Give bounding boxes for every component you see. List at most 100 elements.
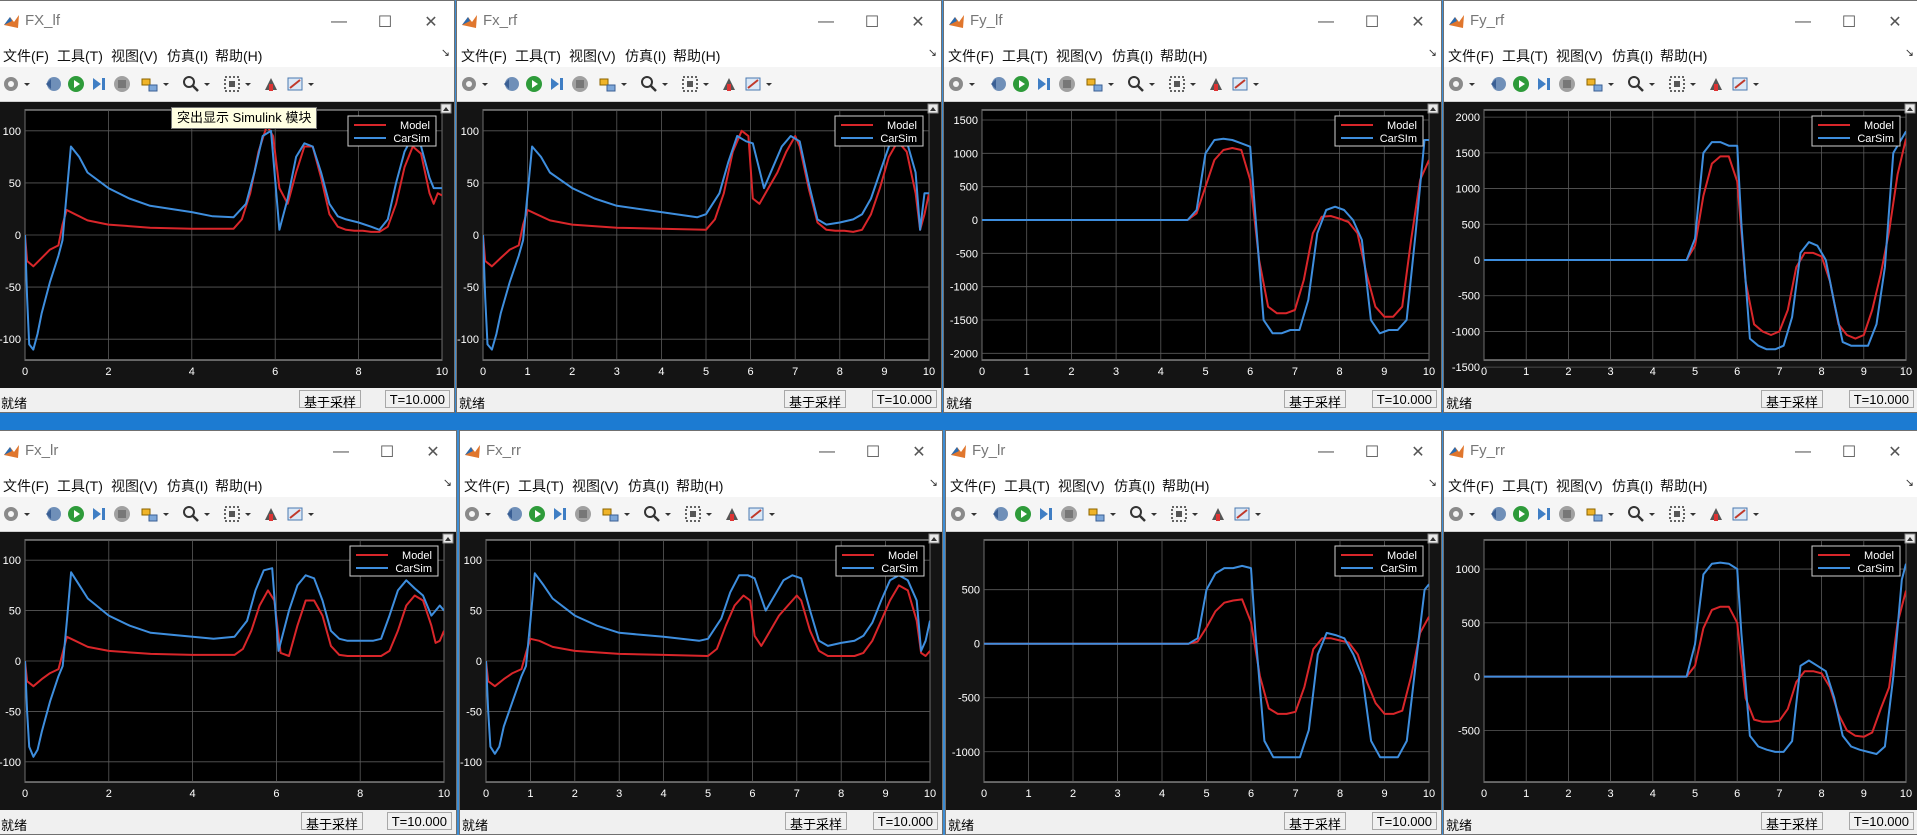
menu-item-view[interactable]: 视图(V) — [1058, 476, 1105, 496]
dropdown-arrow-icon[interactable] — [970, 504, 978, 524]
fit-to-view-icon[interactable] — [1667, 504, 1687, 524]
step-forward-icon[interactable] — [1034, 74, 1054, 94]
maximize-button[interactable]: ☐ — [1826, 1, 1872, 43]
zoom-icon[interactable] — [181, 74, 201, 94]
dropdown-arrow-icon[interactable] — [1607, 74, 1615, 94]
dropdown-arrow-icon[interactable] — [768, 504, 776, 524]
dropdown-arrow-icon[interactable] — [203, 74, 211, 94]
step-forward-icon[interactable] — [1534, 504, 1554, 524]
cursor-measurement-icon[interactable] — [261, 74, 281, 94]
stop-icon[interactable] — [1557, 74, 1577, 94]
dropdown-arrow-icon[interactable] — [1689, 74, 1697, 94]
menu-item-tools[interactable]: 工具(T) — [57, 476, 103, 496]
dropdown-arrow-icon[interactable] — [1752, 504, 1760, 524]
settings-icon[interactable] — [1446, 504, 1466, 524]
step-back-icon[interactable] — [504, 504, 524, 524]
menu-item-help[interactable]: 帮助(H) — [676, 476, 723, 496]
menu-item-tools[interactable]: 工具(T) — [1502, 46, 1548, 66]
menu-item-file[interactable]: 文件(F) — [948, 46, 994, 66]
menu-item-file[interactable]: 文件(F) — [950, 476, 996, 496]
cursor-measurement-icon[interactable] — [1206, 74, 1226, 94]
dropdown-arrow-icon[interactable] — [1189, 74, 1197, 94]
minimize-button[interactable]: — — [318, 431, 364, 473]
menu-item-simulation[interactable]: 仿真(I) — [167, 476, 208, 496]
highlight-block-icon[interactable] — [1585, 504, 1605, 524]
dropdown-arrow-icon[interactable] — [162, 504, 170, 524]
step-forward-icon[interactable] — [1534, 74, 1554, 94]
scope-chart[interactable]: 0 1 2 3 4 5 6 7 8 9 10 -500 0 500 1000 ModelCarSim — [1444, 532, 1917, 810]
zoom-icon[interactable] — [1626, 504, 1646, 524]
menu-item-tools[interactable]: 工具(T) — [57, 46, 103, 66]
step-back-icon[interactable] — [988, 74, 1008, 94]
dropdown-arrow-icon[interactable] — [1148, 74, 1156, 94]
highlight-block-icon[interactable] — [1087, 504, 1107, 524]
minimize-button[interactable]: — — [316, 1, 362, 43]
menu-item-simulation[interactable]: 仿真(I) — [167, 46, 208, 66]
close-button[interactable]: ✕ — [1872, 1, 1917, 43]
style-icon[interactable] — [1730, 504, 1750, 524]
highlight-block-icon[interactable] — [1085, 74, 1105, 94]
close-button[interactable]: ✕ — [408, 1, 454, 43]
menu-item-view[interactable]: 视图(V) — [1556, 476, 1603, 496]
menu-item-view[interactable]: 视图(V) — [111, 476, 158, 496]
fit-to-view-icon[interactable] — [222, 74, 242, 94]
menu-item-simulation[interactable]: 仿真(I) — [1612, 46, 1653, 66]
menu-item-tools[interactable]: 工具(T) — [1004, 476, 1050, 496]
menu-item-view[interactable]: 视图(V) — [1556, 46, 1603, 66]
run-icon[interactable] — [66, 74, 86, 94]
menu-item-file[interactable]: 文件(F) — [3, 476, 49, 496]
menu-item-view[interactable]: 视图(V) — [572, 476, 619, 496]
dropdown-arrow-icon[interactable] — [1254, 504, 1262, 524]
run-icon[interactable] — [1511, 74, 1531, 94]
step-forward-icon[interactable] — [89, 74, 109, 94]
dropdown-arrow-icon[interactable] — [307, 504, 315, 524]
stop-icon[interactable] — [112, 504, 132, 524]
cursor-measurement-icon[interactable] — [261, 504, 281, 524]
fit-to-view-icon[interactable] — [1667, 74, 1687, 94]
highlight-block-icon[interactable] — [140, 504, 160, 524]
minimize-button[interactable]: — — [1303, 1, 1349, 43]
close-button[interactable]: ✕ — [1395, 431, 1441, 473]
style-icon[interactable] — [285, 504, 305, 524]
dropdown-arrow-icon[interactable] — [1607, 504, 1615, 524]
maximize-button[interactable]: ☐ — [850, 431, 896, 473]
close-button[interactable]: ✕ — [895, 1, 941, 43]
dropdown-arrow-icon[interactable] — [620, 74, 628, 94]
run-icon[interactable] — [1511, 504, 1531, 524]
cursor-measurement-icon[interactable] — [719, 74, 739, 94]
dropdown-arrow-icon[interactable] — [1107, 74, 1115, 94]
settings-icon[interactable] — [1446, 74, 1466, 94]
dropdown-arrow-icon[interactable] — [484, 504, 492, 524]
scope-chart[interactable]: 0 1 2 3 4 5 6 7 8 9 10 -2000 -1500 -1000 -500 0 500 1000 1… — [944, 102, 1441, 388]
stop-icon[interactable] — [1557, 504, 1577, 524]
cursor-measurement-icon[interactable] — [1706, 74, 1726, 94]
step-forward-icon[interactable] — [547, 74, 567, 94]
stop-icon[interactable] — [570, 74, 590, 94]
dock-icon[interactable]: ↘ — [1905, 476, 1914, 489]
menu-item-tools[interactable]: 工具(T) — [518, 476, 564, 496]
settings-icon[interactable] — [1, 74, 21, 94]
settings-icon[interactable] — [1, 504, 21, 524]
fit-to-view-icon[interactable] — [1169, 504, 1189, 524]
menu-item-file[interactable]: 文件(F) — [464, 476, 510, 496]
scope-chart[interactable]: 0 1 2 3 4 5 6 7 8 9 10 -100 -50 0 50 100 ModelCarSim — [457, 102, 941, 388]
maximize-button[interactable]: ☐ — [364, 431, 410, 473]
menu-item-help[interactable]: 帮助(H) — [673, 46, 720, 66]
close-button[interactable]: ✕ — [896, 431, 942, 473]
dropdown-arrow-icon[interactable] — [203, 504, 211, 524]
menu-item-simulation[interactable]: 仿真(I) — [625, 46, 666, 66]
highlight-block-icon[interactable] — [140, 74, 160, 94]
maximize-button[interactable]: ☐ — [849, 1, 895, 43]
run-icon[interactable] — [1011, 74, 1031, 94]
menu-item-simulation[interactable]: 仿真(I) — [1612, 476, 1653, 496]
menu-item-simulation[interactable]: 仿真(I) — [628, 476, 669, 496]
scope-chart[interactable]: 0 1 2 3 4 5 6 7 8 9 10 -1000 -500 0 500 ModelCarSim — [946, 532, 1441, 810]
dock-icon[interactable]: ↘ — [441, 46, 450, 59]
menu-item-view[interactable]: 视图(V) — [111, 46, 158, 66]
dropdown-arrow-icon[interactable] — [1648, 74, 1656, 94]
dropdown-arrow-icon[interactable] — [23, 74, 31, 94]
scope-chart[interactable]: 0 1 2 3 4 5 6 7 8 9 10 -100 -50 0 50 100 ModelCarSim — [460, 532, 942, 810]
dock-icon[interactable]: ↘ — [928, 46, 937, 59]
zoom-icon[interactable] — [181, 504, 201, 524]
dropdown-arrow-icon[interactable] — [1468, 504, 1476, 524]
